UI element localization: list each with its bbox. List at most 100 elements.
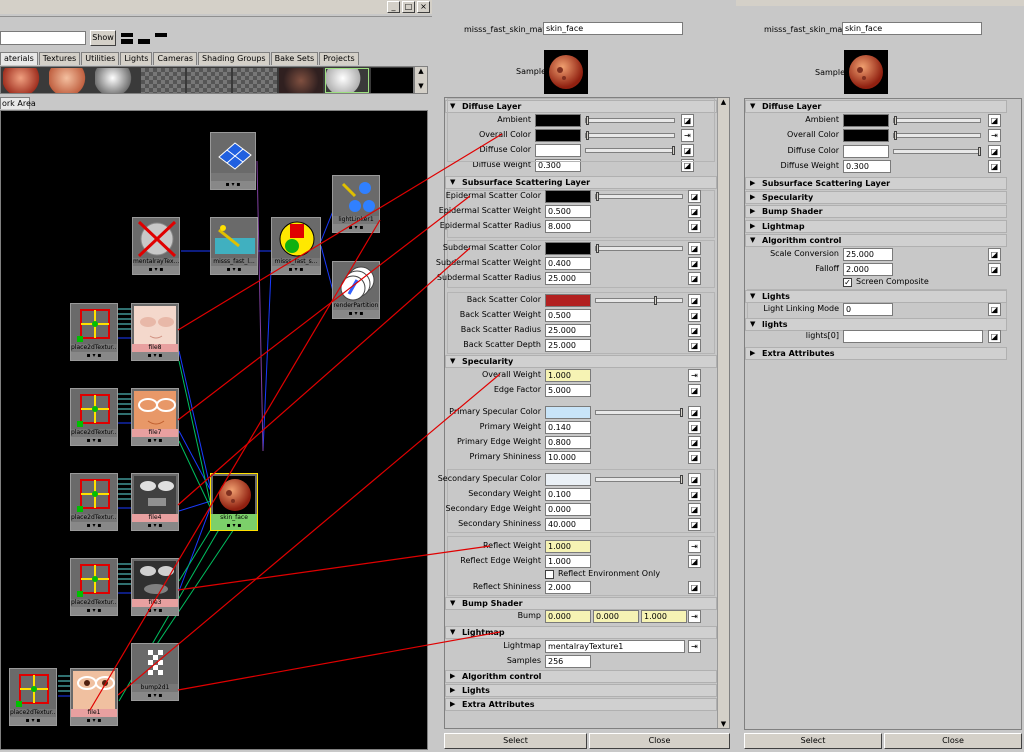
material-swatch[interactable] xyxy=(3,68,47,93)
subdermal-radius-field[interactable]: 25.000 xyxy=(545,272,591,285)
map-button-icon[interactable]: ◪ xyxy=(688,421,701,434)
node-name-field[interactable]: skin_face xyxy=(543,22,683,35)
node-expand-icon[interactable]: ▪ ▾ ▪ xyxy=(272,266,320,274)
map-button-icon[interactable]: ◪ xyxy=(688,339,701,352)
map-button-icon[interactable]: ◪ xyxy=(688,190,701,203)
material-swatch[interactable] xyxy=(187,68,231,93)
attributes-scroll-area[interactable]: ▲ ▼ ▼ Diffuse Layer Ambient ◪ Overall Col… xyxy=(436,97,730,729)
node-skin-face[interactable]: skin_face ▪ ▾ ▪ xyxy=(210,473,258,531)
primary-weight-field[interactable]: 0.140 xyxy=(545,421,591,434)
tab-cameras[interactable]: Cameras xyxy=(153,52,198,65)
node-expand-icon[interactable]: ▪ ▾ ▪ xyxy=(132,352,178,360)
map-button-icon[interactable]: ◪ xyxy=(688,294,701,307)
map-button-icon[interactable]: ◪ xyxy=(688,503,701,516)
section-bump-shader[interactable]: ▼ Bump Shader xyxy=(445,597,717,610)
node-expand-icon[interactable]: ▪ ▾ ▪ xyxy=(10,717,56,725)
map-button-icon[interactable]: ◪ xyxy=(688,384,701,397)
node-file7[interactable]: file7 ▪ ▾ ▪ xyxy=(131,388,179,446)
node-expand-icon[interactable]: ▪ ▾ ▪ xyxy=(71,607,117,615)
connected-input-icon[interactable]: ⇥ xyxy=(988,129,1001,142)
map-button-icon[interactable]: ◪ xyxy=(988,160,1001,173)
edge-factor-field[interactable]: 5.000 xyxy=(545,384,591,397)
map-button-icon[interactable]: ◪ xyxy=(988,263,1001,276)
node-bump2d[interactable]: bump2d1 ▪ ▾ ▪ xyxy=(131,643,179,701)
falloff-field[interactable]: 2.000 xyxy=(843,263,893,276)
map-button-icon[interactable]: ◪ xyxy=(988,248,1001,261)
screen-composite-checkbox[interactable]: ✓ xyxy=(843,278,852,287)
secondary-edge-weight-field[interactable]: 0.000 xyxy=(545,503,591,516)
map-button-icon[interactable]: ◪ xyxy=(988,330,1001,343)
back-scatter-color-swatch[interactable] xyxy=(545,294,591,307)
material-swatch[interactable] xyxy=(49,68,93,93)
slider-thumb[interactable] xyxy=(680,475,683,484)
back-scatter-depth-field[interactable]: 25.000 xyxy=(545,339,591,352)
ambient-slider[interactable] xyxy=(893,116,981,125)
node-expand-icon[interactable]: ▪ ▾ ▪ xyxy=(71,437,117,445)
select-button[interactable]: Select xyxy=(744,733,882,749)
tab-shading-groups[interactable]: Shading Groups xyxy=(198,52,270,65)
subdermal-color-swatch[interactable] xyxy=(545,242,591,255)
map-button-icon[interactable]: ◪ xyxy=(688,272,701,285)
map-button-icon[interactable]: ◪ xyxy=(688,518,701,531)
node-expand-icon[interactable]: ▪ ▾ ▪ xyxy=(132,522,178,530)
attributes-scroll-area[interactable]: ▼ Diffuse Layer Ambient ◪ Overall Color ⇥… xyxy=(744,98,1022,730)
subdermal-color-slider[interactable] xyxy=(595,244,683,253)
tab-textures[interactable]: Textures xyxy=(38,52,81,65)
section-extra-attributes[interactable]: ▶ Extra Attributes xyxy=(445,698,717,711)
primary-specular-color-swatch[interactable] xyxy=(545,406,591,419)
tab-utilities[interactable]: Utilities xyxy=(81,52,120,65)
connected-input-icon[interactable]: ⇥ xyxy=(688,540,701,553)
reflect-environment-only-checkbox[interactable] xyxy=(545,570,554,579)
layout-bottom-icon[interactable] xyxy=(138,33,150,44)
node-render-partition[interactable]: renderPartition ▪ ▾ ▪ xyxy=(332,261,380,319)
map-button-icon[interactable]: ◪ xyxy=(688,257,701,270)
light-linking-mode-field[interactable]: 0 xyxy=(843,303,893,316)
samples-field[interactable]: 256 xyxy=(545,655,591,668)
material-swatch[interactable] xyxy=(371,68,413,93)
material-swatch[interactable] xyxy=(141,68,185,93)
node-place2d-texture-2[interactable]: place2dTextur... ▪ ▾ ▪ xyxy=(70,388,118,446)
map-button-icon[interactable]: ◪ xyxy=(688,436,701,449)
map-button-icon[interactable]: ◪ xyxy=(688,488,701,501)
node-file1[interactable]: file1 ▪ ▾ ▪ xyxy=(70,668,118,726)
map-button-icon[interactable]: ◪ xyxy=(688,242,701,255)
close-button[interactable]: Close xyxy=(589,733,730,749)
slider-thumb[interactable] xyxy=(596,192,599,201)
close-button[interactable]: Close xyxy=(884,733,1022,749)
tab-work-area[interactable]: ork Area xyxy=(0,97,36,109)
tab-materials[interactable]: aterials xyxy=(0,52,38,65)
material-swatch[interactable] xyxy=(95,68,139,93)
section-specularity[interactable]: ▼ Specularity xyxy=(445,355,717,368)
swatch-scrollbar[interactable]: ▲ ▼ xyxy=(414,66,428,94)
node-expand-icon[interactable]: ▪ ▾ ▪ xyxy=(71,717,117,725)
layout-top-icon[interactable] xyxy=(155,33,167,44)
overall-weight-field[interactable]: 1.000 xyxy=(545,369,591,382)
node-name-field[interactable]: skin_face xyxy=(842,22,982,35)
node-place2d-texture-1[interactable]: place2dTextur... ▪ ▾ ▪ xyxy=(70,303,118,361)
epidermal-color-swatch[interactable] xyxy=(545,190,591,203)
section-bump-shader[interactable]: ▶ Bump Shader xyxy=(745,205,1007,218)
section-lightmap[interactable]: ▼ Lightmap xyxy=(445,626,717,639)
back-scatter-color-slider[interactable] xyxy=(595,296,683,305)
ambient-color-swatch[interactable] xyxy=(843,114,889,127)
tab-bake-sets[interactable]: Bake Sets xyxy=(270,52,319,65)
section-subsurface[interactable]: ▼ Subsurface Scattering Layer xyxy=(445,176,717,189)
section-lights[interactable]: ▼ Lights xyxy=(745,290,1007,303)
node-expand-icon[interactable]: ▪ ▾ ▪ xyxy=(211,266,257,274)
reflect-edge-weight-field[interactable]: 1.000 xyxy=(545,555,591,568)
search-input[interactable] xyxy=(0,31,86,45)
section-specularity[interactable]: ▶ Specularity xyxy=(745,191,1007,204)
node-light-linker[interactable]: lightLinker1 ▪ ▾ ▪ xyxy=(332,175,380,233)
connected-input-icon[interactable]: ⇥ xyxy=(688,369,701,382)
node-expand-icon[interactable]: ▪ ▾ ▪ xyxy=(211,181,255,189)
layout-grid-icon[interactable] xyxy=(121,33,133,44)
tab-projects[interactable]: Projects xyxy=(319,52,359,65)
map-button-icon[interactable]: ◪ xyxy=(688,205,701,218)
diffuse-color-slider[interactable] xyxy=(893,147,981,156)
connected-input-icon[interactable]: ⇥ xyxy=(688,610,701,623)
diffuse-color-swatch[interactable] xyxy=(843,145,889,158)
tab-lights[interactable]: Lights xyxy=(120,52,153,65)
map-button-icon[interactable]: ◪ xyxy=(688,309,701,322)
node-expand-icon[interactable]: ▪ ▾ ▪ xyxy=(211,522,257,530)
maximize-button[interactable]: □ xyxy=(402,1,415,13)
